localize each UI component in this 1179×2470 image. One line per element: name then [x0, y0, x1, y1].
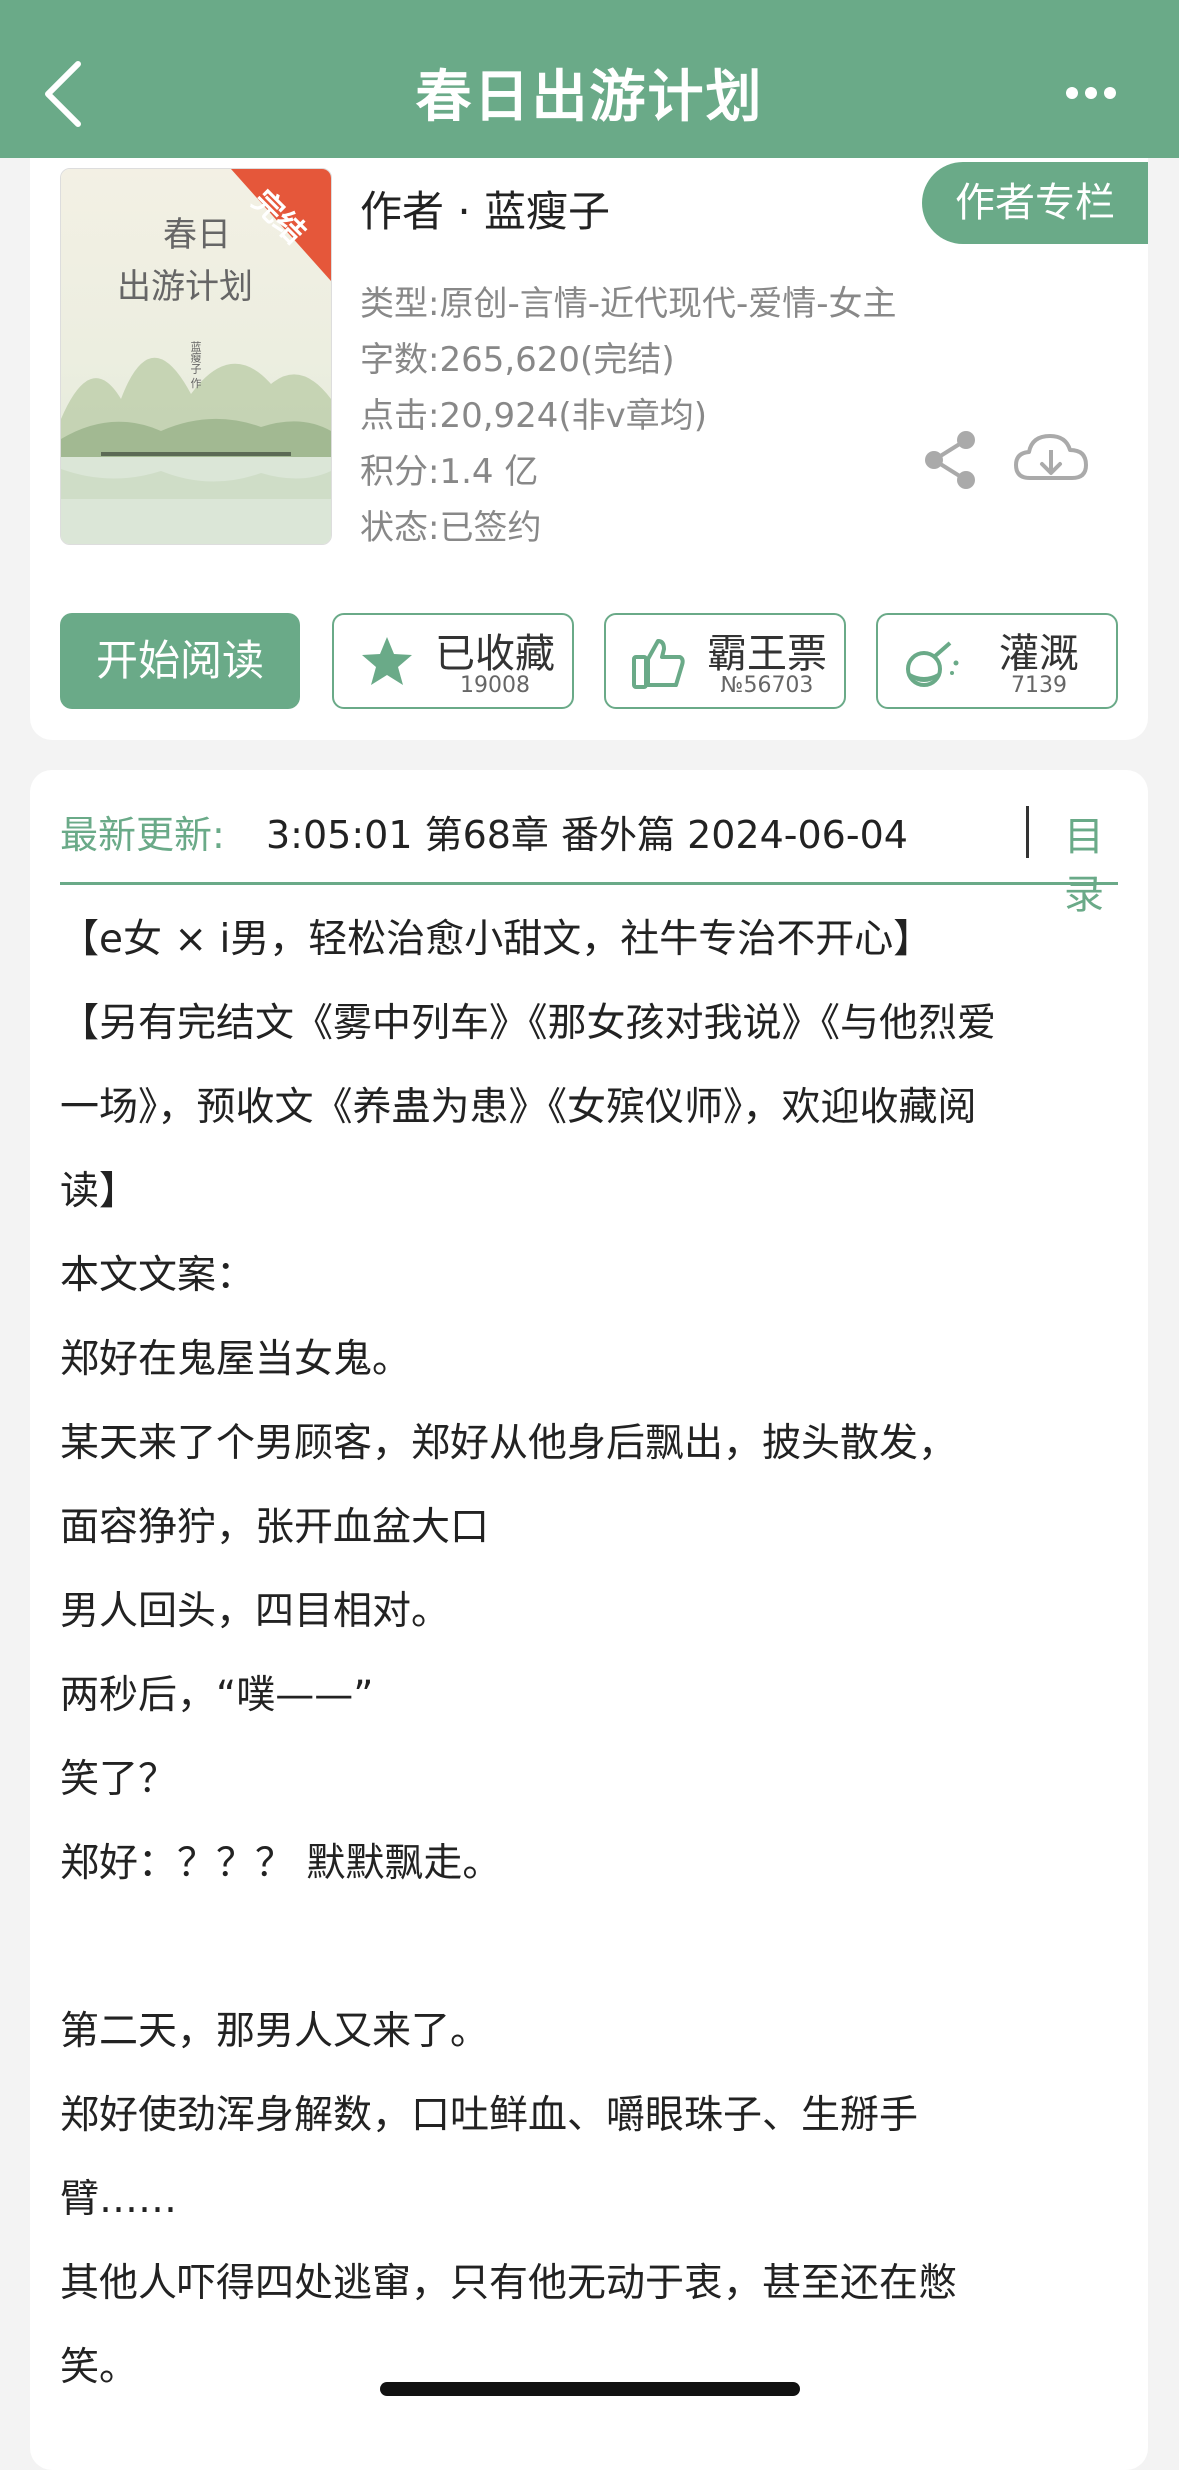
intro-line: 一场》，预收文《养蛊为患》《女殡仪师》，欢迎收藏阅 — [60, 1085, 977, 1130]
intro-line: 【e女 × i男，轻松治愈小甜文，社牛专治不开心】 — [60, 917, 933, 962]
book-info-card: 春日 出游计划 完结 蓝瘦子 作 作者 · 蓝瘦子 作者专栏 类型:原创-言情-… — [30, 158, 1148, 740]
ticket-count: №56703 — [720, 673, 814, 698]
intro-line: 郑好：？？？ 默默飘走。 — [60, 1841, 502, 1886]
score: 积分:1.4 亿 — [360, 452, 539, 492]
ticket-label: 霸王票 — [707, 631, 827, 677]
author-name[interactable]: 作者 · 蓝瘦子 — [360, 178, 610, 239]
top-nav-bar: 春日出游计划 — [0, 0, 1179, 158]
intro-line: 读】 — [60, 1169, 139, 1214]
more-options-icon[interactable] — [1064, 80, 1118, 106]
cover-author-tag: 蓝瘦子 作 — [189, 341, 202, 389]
intro-line: 本文文案： — [60, 1253, 256, 1298]
favorite-count: 19008 — [460, 673, 530, 698]
divider — [1026, 806, 1029, 858]
intro-line: 笑。 — [60, 2345, 139, 2390]
intro-line: 笑了？ — [60, 1757, 178, 1802]
nutrient-bottle-icon — [906, 641, 959, 687]
intro-line: 郑好使劲浑身解数，口吐鲜血、嚼眼珠子、生掰手 — [60, 2093, 919, 2138]
cover-title: 春日 出游计划 — [117, 215, 253, 307]
latest-update-info[interactable]: 3:05:01 第68章 番外篇 2024-06-04 — [266, 804, 908, 859]
contract-status: 状态:已签约 — [360, 508, 542, 548]
synopsis-card: 最新更新: 3:05:01 第68章 番外篇 2024-06-04 目录 【e女… — [30, 770, 1148, 2470]
intro-line: 面容狰狞，张开血盆大口 — [60, 1505, 490, 1550]
click-count: 点击:20,924(非v章均) — [360, 396, 708, 436]
author-column-button[interactable]: 作者专栏 — [922, 162, 1148, 244]
nutrient-button[interactable]: 灌溉 7139 — [876, 613, 1118, 709]
intro-line: 某天来了个男顾客，郑好从他身后飘出，披头散发， — [60, 1421, 958, 1466]
intro-line: 第二天，那男人又来了。 — [60, 2009, 490, 2054]
home-indicator[interactable] — [380, 2382, 800, 2396]
book-type: 类型:原创-言情-近代现代-爱情-女主 — [360, 284, 897, 324]
cloud-download-icon[interactable] — [1012, 428, 1090, 492]
intro-line: 臂…… — [60, 2177, 178, 2222]
latest-update-row[interactable]: 最新更新: 3:05:01 第68章 番外篇 2024-06-04 目录 — [60, 804, 1118, 918]
start-reading-button[interactable]: 开始阅读 — [60, 613, 300, 709]
thumbs-up-icon — [632, 639, 685, 689]
share-icon[interactable] — [920, 428, 980, 492]
favorite-button[interactable]: 已收藏 19008 — [332, 613, 574, 709]
nutrient-count: 7139 — [1011, 673, 1067, 698]
page-title: 春日出游计划 — [415, 65, 764, 130]
nutrient-label: 灌溉 — [999, 631, 1079, 677]
intro-line: 郑好在鬼屋当女鬼。 — [60, 1337, 412, 1382]
book-cover[interactable]: 春日 出游计划 完结 蓝瘦子 作 — [60, 168, 332, 545]
latest-update-label: 最新更新: — [60, 813, 225, 857]
intro-line: 其他人吓得四处逃窜，只有他无动于衷，甚至还在憋 — [60, 2261, 958, 2306]
intro-line: 【另有完结文《雾中列车》《那女孩对我说》《与他烈爱 — [60, 1001, 997, 1046]
star-icon — [362, 637, 412, 685]
separator-line — [60, 882, 1118, 885]
word-count: 字数:265,620(完结) — [360, 340, 675, 380]
intro-line: 两秒后，“噗——” — [60, 1673, 374, 1718]
intro-line: 男人回头，四目相对。 — [60, 1589, 451, 1634]
favorite-label: 已收藏 — [435, 631, 555, 677]
ticket-button[interactable]: 霸王票 №56703 — [604, 613, 846, 709]
